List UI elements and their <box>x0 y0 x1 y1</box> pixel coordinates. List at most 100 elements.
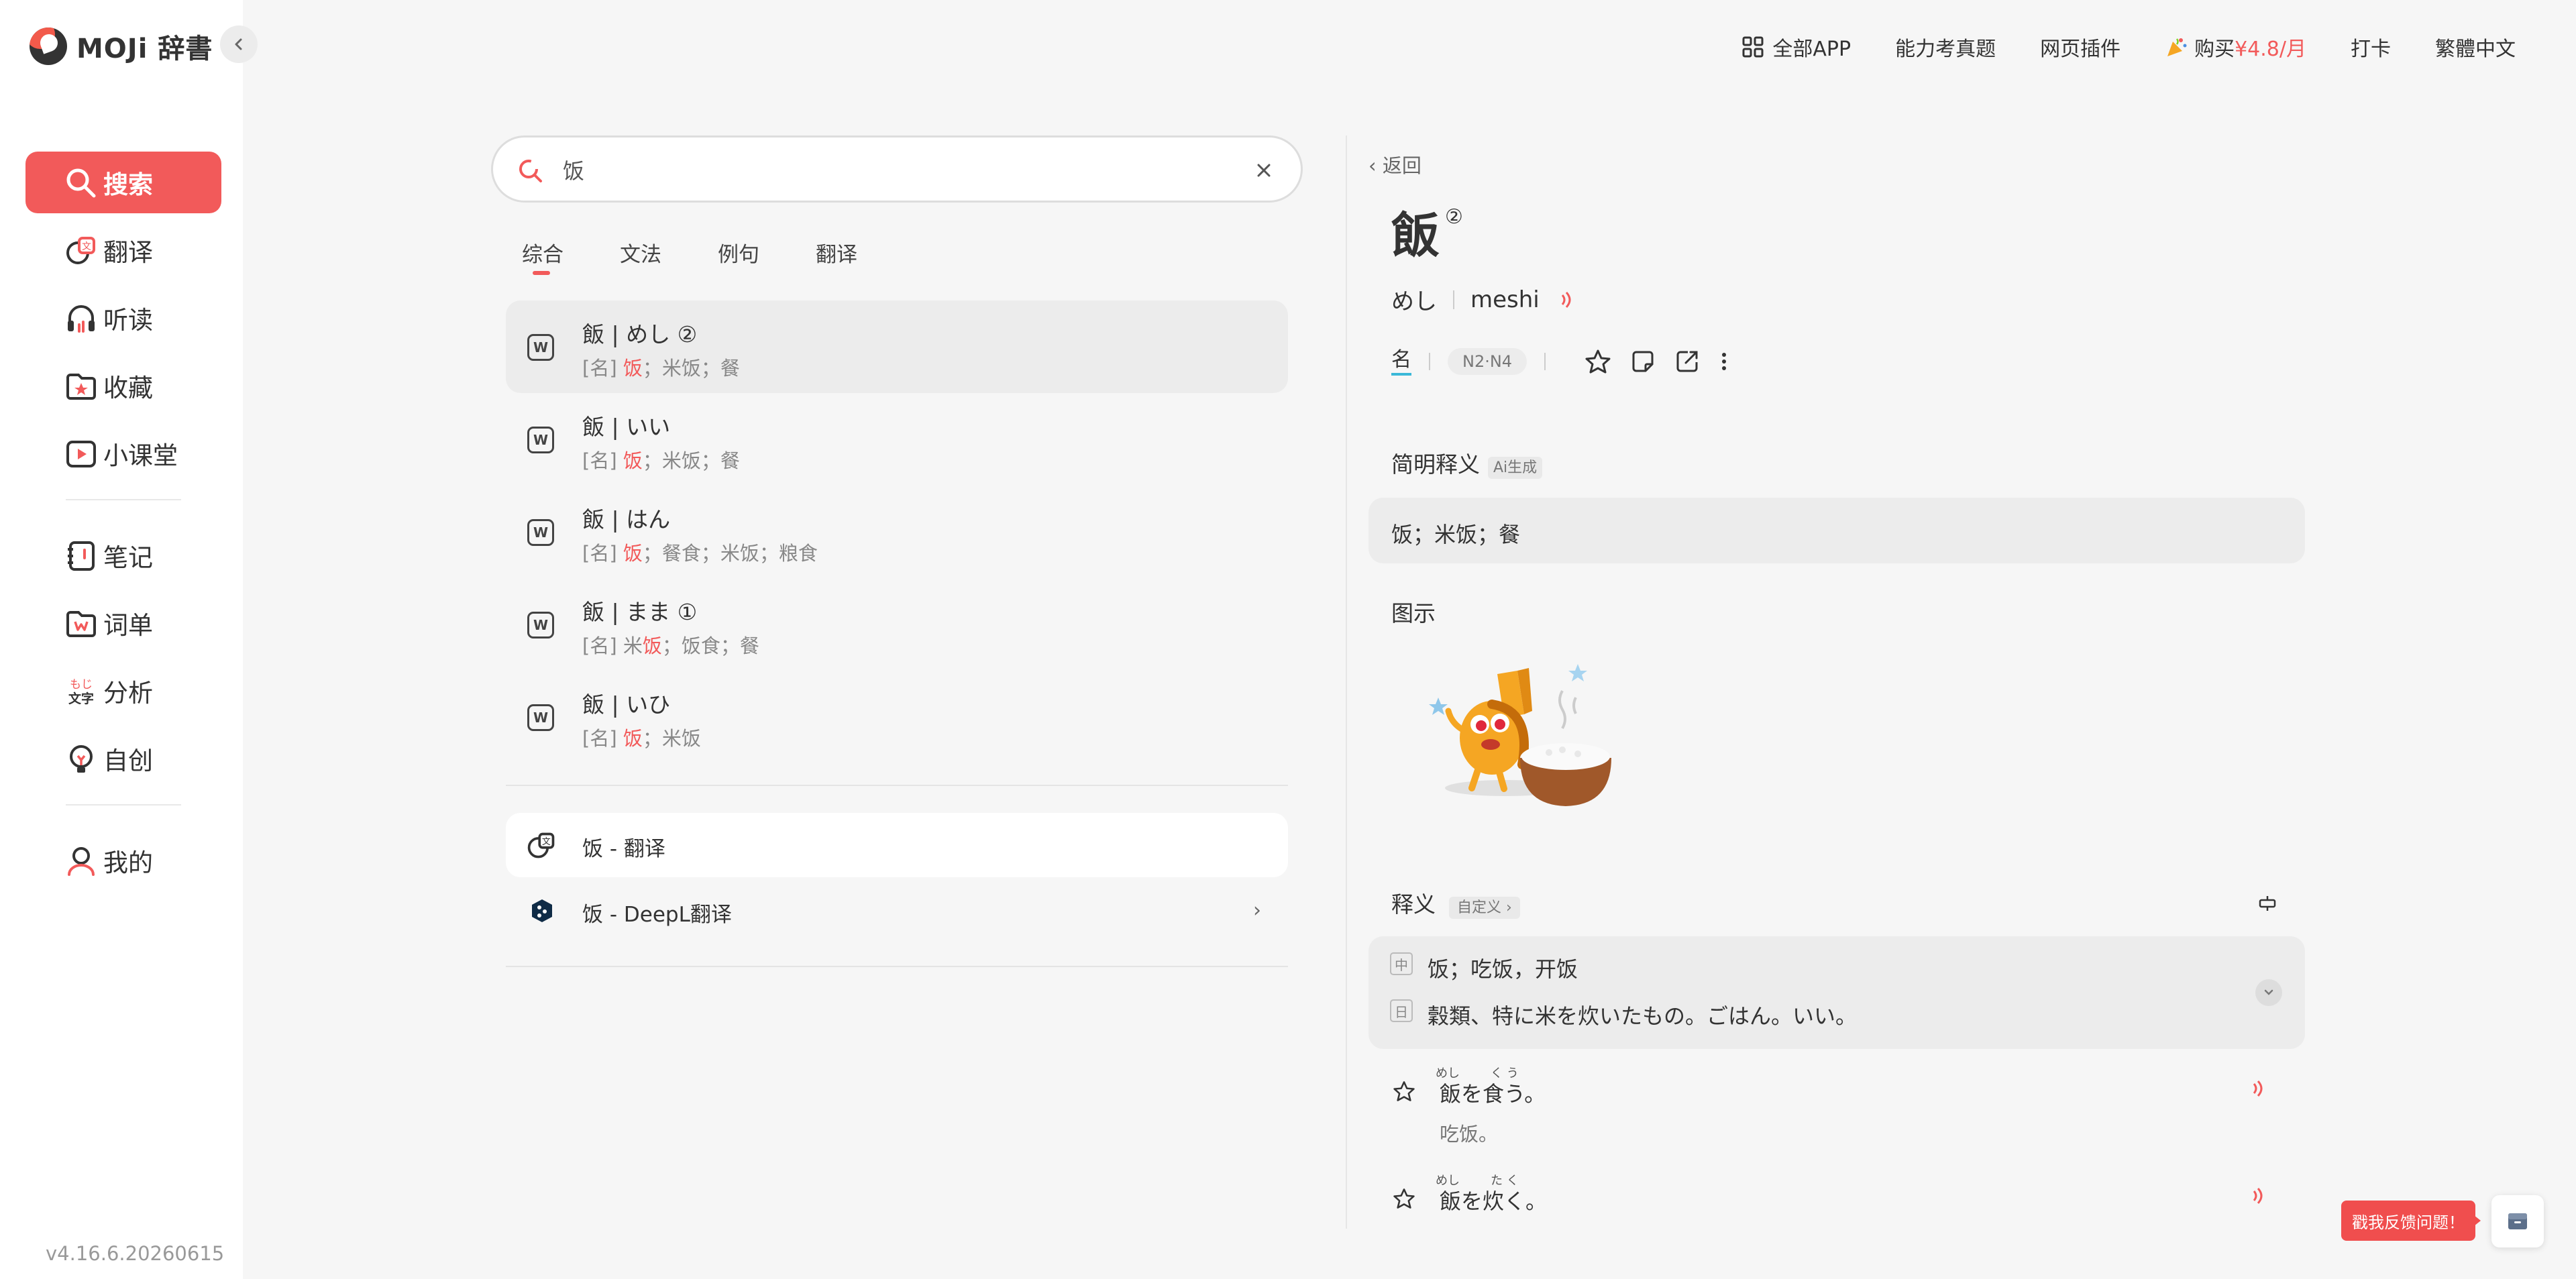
collapse-all-icon[interactable] <box>2257 895 2278 912</box>
sidebar-nav: 搜索 文 翻译 听读 收藏 小课堂 笔记 词单 もじ 文字 分析 自创 我的 <box>25 152 221 897</box>
example-sentence[interactable]: めし く う 飯を食う。 吃饭。 <box>1368 1064 2305 1171</box>
bulb-icon <box>70 745 93 773</box>
tab-grammar[interactable]: 文法 <box>620 237 661 275</box>
star-icon[interactable] <box>1393 1080 1415 1103</box>
search-input[interactable] <box>563 152 1167 187</box>
word-tags-row: 名 N2·N4 <box>1391 347 1729 376</box>
sidebar-item-favorites[interactable]: 收藏 <box>25 355 221 416</box>
result-definition: [名] 饭；米饭 <box>582 727 701 750</box>
search-tabs: 综合 文法 例句 翻译 <box>522 237 914 275</box>
result-item[interactable]: W 飯 | いひ [名] 饭；米饭 <box>506 671 1288 763</box>
clear-icon[interactable] <box>1254 160 1274 180</box>
result-definition: [名] 饭；米饭；餐 <box>582 357 740 380</box>
share-icon[interactable] <box>1674 349 1700 374</box>
result-item[interactable]: W 飯 | いい [名] 饭；米饭；餐 <box>506 393 1288 486</box>
user-icon <box>68 847 95 876</box>
tab-translation[interactable]: 翻译 <box>816 237 857 275</box>
search-box <box>491 135 1303 203</box>
sidebar-item-mine[interactable]: 我的 <box>25 830 221 891</box>
language-switch[interactable]: 繁體中文 <box>2435 32 2516 62</box>
star-icon[interactable] <box>1585 348 1611 375</box>
translate-divider <box>506 966 1288 967</box>
results-list: W 飯 | めし ② [名] 饭；米饭；餐 W 飯 | いい [名] 饭；米饭；… <box>506 300 1288 763</box>
sound-icon[interactable] <box>1557 290 1577 310</box>
tab-examples[interactable]: 例句 <box>718 237 759 275</box>
wordlist-icon <box>66 611 96 637</box>
analysis-icon-kana: もじ <box>70 678 93 691</box>
headphones-icon <box>68 305 95 333</box>
reading-separator <box>1453 290 1454 309</box>
chevron-down-icon <box>2264 989 2273 995</box>
sidebar-item-notes[interactable]: 笔记 <box>25 524 221 586</box>
example-zh: 吃饭。 <box>1440 1123 1499 1146</box>
grid-icon <box>1742 36 1764 58</box>
word-icon: W <box>527 612 554 638</box>
sidebar-item-listen[interactable]: 听读 <box>25 287 221 349</box>
app-logo[interactable]: MOJi 辞書 <box>30 27 213 66</box>
checkin-label: 打卡 <box>2351 38 2391 61</box>
kana-reading: めし <box>1391 288 1437 315</box>
word-icon: W <box>527 704 554 731</box>
folder-star-icon <box>66 374 96 400</box>
chevron-right-icon: › <box>1253 899 1261 922</box>
sidebar-item-search[interactable]: 搜索 <box>25 152 221 213</box>
nav-divider <box>66 804 181 805</box>
result-item[interactable]: W 飯 | めし ② [名] 饭；米饭；餐 <box>506 300 1288 393</box>
brief-definition: 饭；米饭；餐 <box>1368 498 2305 563</box>
buy-label: 购买 <box>2194 38 2235 61</box>
sidebar-item-classroom[interactable]: 小课堂 <box>25 423 221 484</box>
sidebar-item-translate[interactable]: 文 翻译 <box>25 219 221 281</box>
play-icon <box>66 441 96 467</box>
expand-meaning-button[interactable] <box>2255 979 2282 1006</box>
collapse-sidebar-button[interactable] <box>220 25 258 63</box>
note-icon[interactable] <box>1630 349 1656 374</box>
sound-icon[interactable] <box>2249 1078 2269 1099</box>
translate-item[interactable]: 文 饭 - 翻译 <box>506 813 1288 877</box>
result-definition: [名] 饭；餐食；米饭；粮食 <box>582 542 818 565</box>
meaning-heading: 释义 自定义 › <box>1391 887 1520 919</box>
jp-meaning: 穀類、特に米を炊いたもの。ごはん。いい。 <box>1428 1003 1858 1029</box>
sound-icon[interactable] <box>2249 1186 2269 1206</box>
language-label: 繁體中文 <box>2435 38 2516 61</box>
word-icon: W <box>527 427 554 453</box>
translate-icon: 文 <box>66 237 95 264</box>
exam-link[interactable]: 能力考真题 <box>1895 32 1996 62</box>
lang-tag-jp: 日 <box>1390 999 1413 1022</box>
star-icon[interactable] <box>1393 1187 1415 1210</box>
word-actions <box>1566 348 1729 375</box>
deepl-translate-item[interactable]: 饭 - DeepL翻译 › <box>506 879 1288 943</box>
sidebar-item-create[interactable]: 自创 <box>25 728 221 789</box>
all-app-link[interactable]: 全部APP <box>1741 32 1851 62</box>
headword: 飯② <box>1391 205 1463 264</box>
exam-label: 能力考真题 <box>1895 38 1996 61</box>
custom-definition-button[interactable]: 自定义 › <box>1449 896 1520 919</box>
result-title: 飯 | はん <box>582 506 671 533</box>
top-bar: 全部APP 能力考真题 网页插件 购买 ¥4.8/月 打卡 繁體中文 <box>1697 32 2516 62</box>
brief-definition-heading: 简明释义 Ai生成 <box>1391 447 1543 479</box>
feedback-button[interactable] <box>2491 1195 2544 1247</box>
deepl-icon <box>532 899 552 922</box>
search-icon <box>66 168 96 198</box>
result-title: 飯 | めし ② <box>582 321 698 347</box>
more-icon[interactable] <box>1719 349 1729 374</box>
notebook-icon <box>68 541 95 571</box>
result-item[interactable]: W 飯 | まま ① [名] 米饭；饭食；餐 <box>506 578 1288 671</box>
example-jp: 飯を炊く。 <box>1440 1188 1548 1214</box>
example-jp: 飯を食う。 <box>1440 1081 1546 1107</box>
sidebar-item-analysis[interactable]: もじ 文字 分析 <box>25 660 221 722</box>
sidebar-item-wordlist[interactable]: 词单 <box>25 592 221 654</box>
feedback-tooltip[interactable]: 戳我反馈问题！ <box>2341 1201 2475 1241</box>
results-divider <box>506 785 1288 786</box>
tab-overview[interactable]: 综合 <box>522 237 564 275</box>
buy-link[interactable]: 购买 ¥4.8/月 <box>2165 32 2306 62</box>
ai-badge: Ai生成 <box>1488 456 1543 479</box>
plugin-label: 网页插件 <box>2040 38 2121 61</box>
checkin-link[interactable]: 打卡 <box>2351 32 2391 62</box>
word-icon: W <box>527 334 554 361</box>
example-sentence[interactable]: めし た く 飯を炊く。 <box>1368 1171 2305 1245</box>
result-item[interactable]: W 飯 | はん [名] 饭；餐食；米饭；粮食 <box>506 486 1288 578</box>
moji-logo-icon <box>30 27 67 65</box>
part-of-speech[interactable]: 名 <box>1391 347 1411 376</box>
back-button[interactable]: ‹ 返回 <box>1368 150 1421 178</box>
plugin-link[interactable]: 网页插件 <box>2040 32 2121 62</box>
